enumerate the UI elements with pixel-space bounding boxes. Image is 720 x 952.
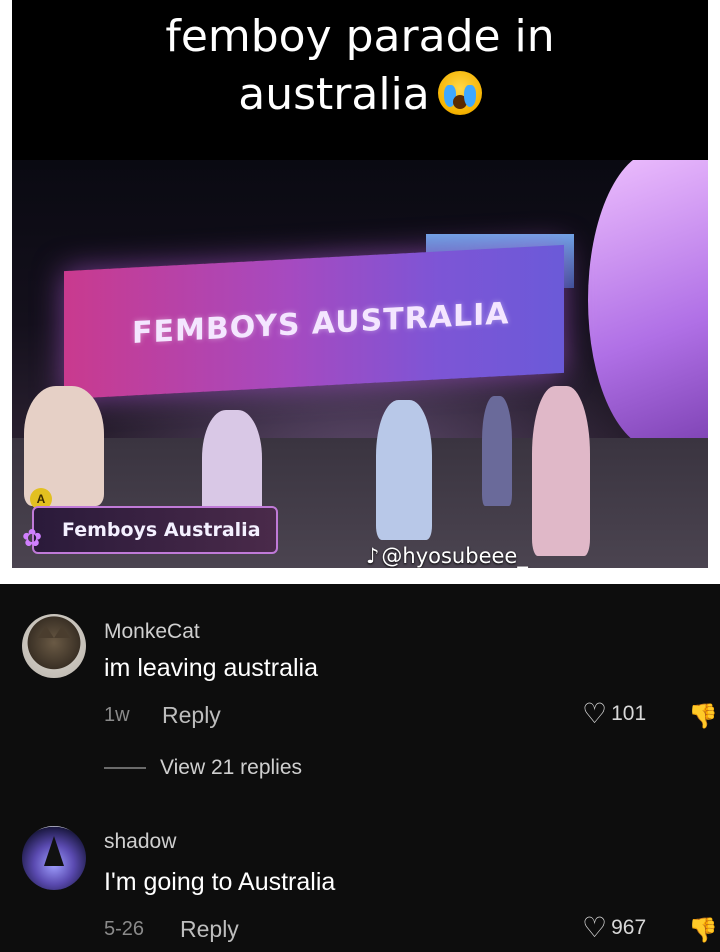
comment-text: im leaving australia [104, 654, 318, 682]
video-frame[interactable]: FEMBOYS AUSTRALIA A Femboys Australia ✿ … [12, 160, 708, 568]
comment-text: I'm going to Australia [104, 868, 336, 896]
meme-panel: femboy parade in australia FEMBOYS AUSTR… [12, 0, 708, 568]
marcher [376, 400, 432, 540]
tiktok-watermark[interactable]: ♪@hyosubeee_ [366, 544, 528, 568]
caption-line-2: australia [238, 69, 430, 120]
thumbs-down-icon[interactable]: 👎 [688, 702, 718, 731]
tiktok-handle: @hyosubeee_ [381, 544, 528, 568]
like-count: 967 [611, 916, 647, 939]
crying-face-emoji-icon [437, 71, 482, 115]
comments-panel: MonkeCat im leaving australia 1w Reply ♡… [0, 584, 720, 952]
view-replies-label: View 21 replies [160, 756, 303, 779]
like-button[interactable]: ♡ 967 [582, 914, 646, 942]
like-button[interactable]: ♡ 101 [582, 700, 646, 728]
view-replies-button[interactable]: View 21 replies [104, 756, 302, 780]
divider [104, 767, 146, 769]
comment-username[interactable]: shadow [104, 830, 176, 854]
heart-outline-icon: ♡ [582, 912, 608, 943]
thumbs-down-icon[interactable]: 👎 [688, 916, 718, 945]
reply-button[interactable]: Reply [180, 916, 239, 943]
tiktok-note-icon: ♪ [366, 544, 380, 568]
comment-username[interactable]: MonkeCat [104, 620, 200, 644]
lower-third-label: Femboys Australia [32, 506, 278, 554]
heart-outline-icon: ♡ [582, 698, 608, 729]
meme-caption: femboy parade in australia [12, 8, 708, 124]
avatar[interactable] [22, 826, 86, 890]
reply-button[interactable]: Reply [162, 702, 221, 729]
marcher [532, 386, 590, 556]
caption-line-1: femboy parade in [165, 11, 555, 62]
comment-time: 5-26 [104, 918, 145, 940]
avatar[interactable] [22, 614, 86, 678]
flower-icon: ✿ [22, 525, 43, 552]
comment-time: 1w [104, 704, 130, 726]
marcher [482, 396, 512, 506]
like-count: 101 [611, 702, 647, 725]
illuminated-dome [588, 160, 708, 450]
